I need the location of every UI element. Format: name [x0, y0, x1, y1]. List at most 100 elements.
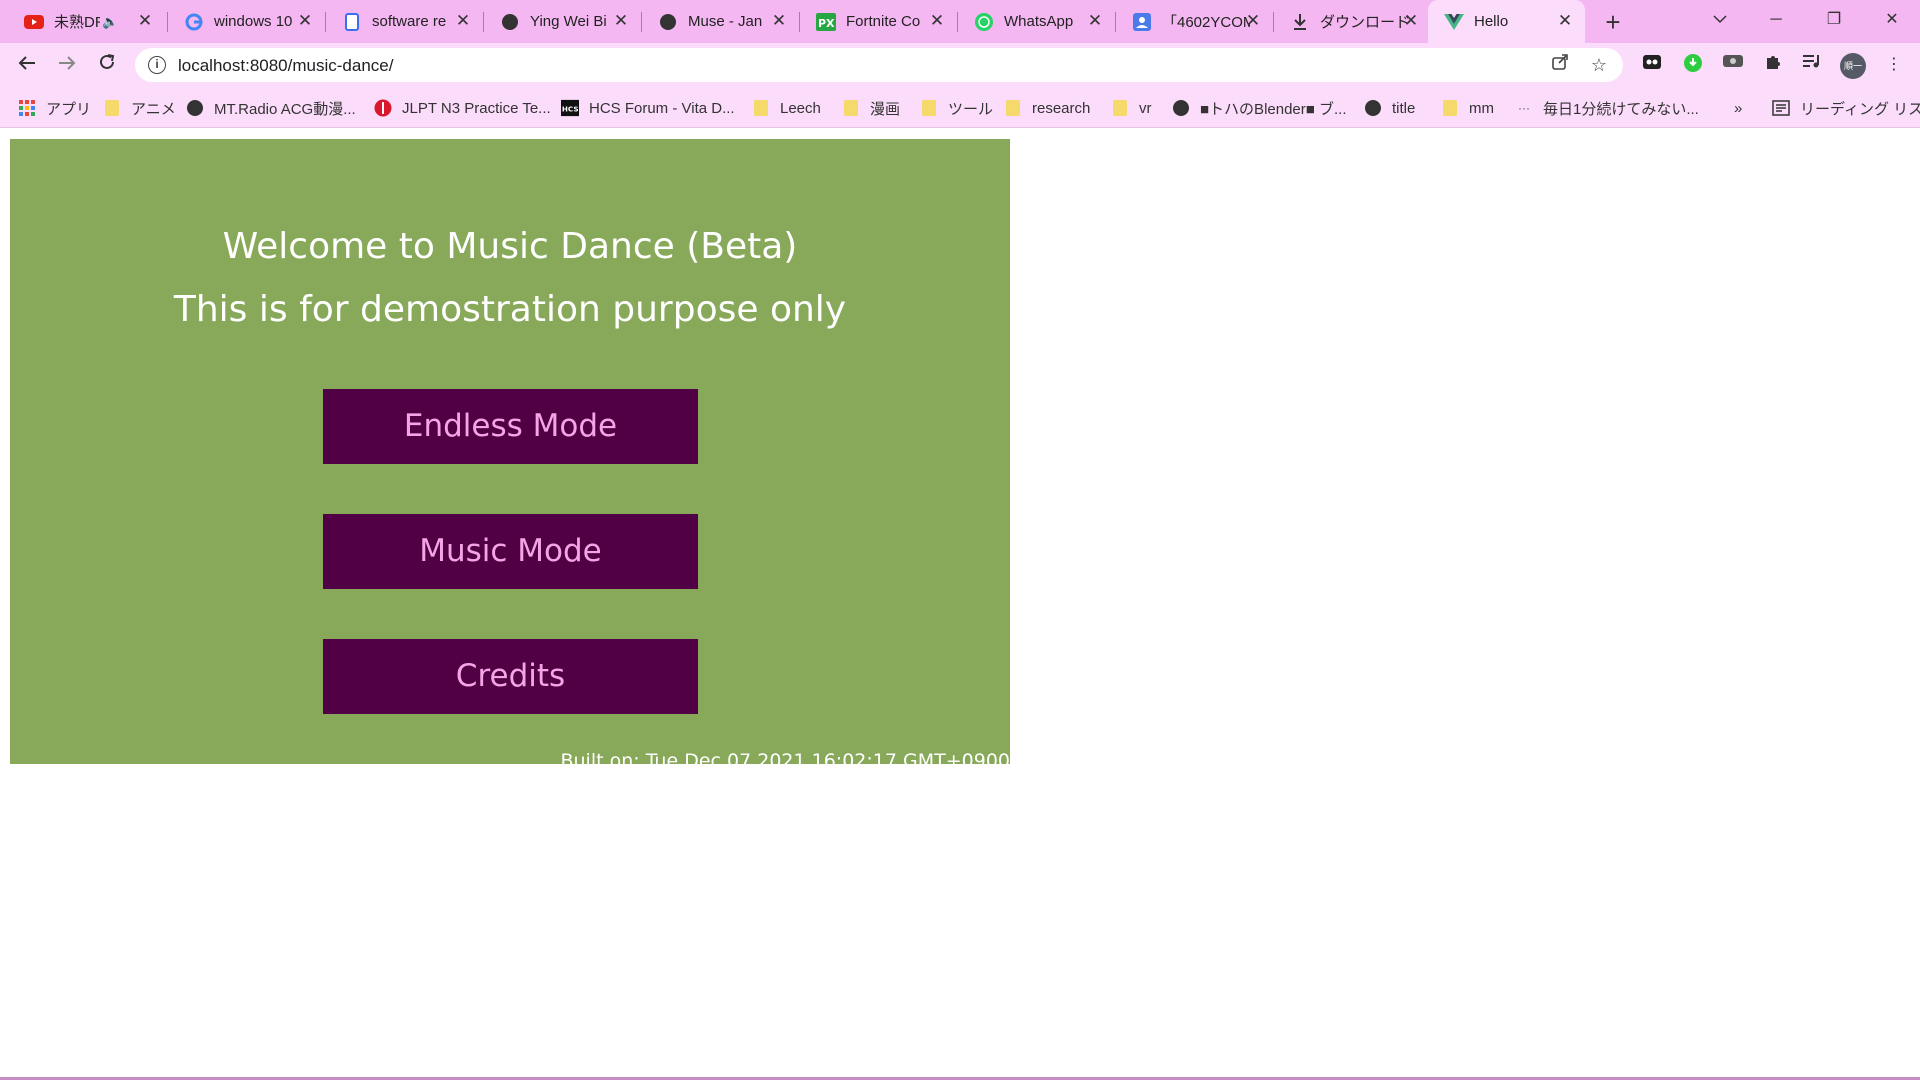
bookmark-mm[interactable]: mm [1441, 97, 1494, 119]
new-tab-button[interactable]: + [1597, 6, 1629, 38]
folder-icon [842, 99, 860, 117]
bookmark-research[interactable]: research [1004, 97, 1090, 119]
menu-kebab-icon[interactable]: ⋮ [1882, 53, 1906, 77]
bookmark-mtradio[interactable]: MT.Radio ACG動漫... [186, 97, 356, 119]
close-icon[interactable]: ✕ [611, 11, 631, 31]
tab-search-button[interactable] [1692, 0, 1748, 40]
welcome-title: Welcome to Music Dance (Beta) [222, 226, 798, 267]
tab-fortnite[interactable]: PX Fortnite Co ✕ [800, 0, 957, 43]
close-icon[interactable]: ✕ [1085, 11, 1105, 31]
tab-strip: 未熟DR 🔈 ✕ windows 10 ✕ software re ✕ Ying… [0, 0, 1920, 43]
bookmark-label: アプリ [46, 100, 92, 118]
page-viewport: Welcome to Music Dance (Beta) This is fo… [0, 129, 1920, 1080]
whatsapp-icon [974, 12, 994, 32]
globe-icon [658, 12, 678, 32]
back-button[interactable] [12, 50, 42, 80]
hcs-icon: HCS [561, 99, 579, 117]
tab-title: 「4602YCOM [1162, 14, 1250, 31]
tab-hello[interactable]: Hello ✕ [1428, 0, 1585, 43]
tab-title: software re [372, 13, 447, 30]
credits-button[interactable]: Credits [323, 639, 698, 714]
endless-mode-button[interactable]: Endless Mode [323, 389, 698, 464]
tab-youtube[interactable]: 未熟DR 🔈 ✕ [8, 0, 165, 43]
folder-icon [1004, 99, 1022, 117]
folder-icon [920, 99, 938, 117]
tab-contacts[interactable]: 「4602YCOM ✕ [1116, 0, 1273, 43]
close-icon[interactable]: ✕ [1555, 11, 1575, 31]
star-icon[interactable]: ☆ [1587, 53, 1611, 77]
tab-google[interactable]: windows 10 ✕ [168, 0, 325, 43]
chevron-double-right-icon: » [1734, 99, 1743, 117]
bookmark-label: vr [1139, 99, 1152, 117]
bookmark-apps[interactable]: アプリ [18, 97, 91, 119]
bookmark-jlpt[interactable]: JLPT N3 Practice Te... [374, 97, 551, 119]
tab-title: Fortnite Co [846, 13, 921, 30]
reading-list-label: リーディング リスト [1800, 100, 1920, 118]
music-mode-button[interactable]: Music Mode [323, 514, 698, 589]
close-icon[interactable]: ✕ [927, 11, 947, 31]
forward-button[interactable] [52, 50, 82, 80]
close-icon[interactable]: ✕ [453, 11, 473, 31]
svg-text:PX: PX [818, 17, 835, 30]
folder-icon [103, 99, 121, 117]
bookmark-label: ■トハのBlender■ ブ... [1200, 100, 1347, 118]
media-queue-icon[interactable] [1800, 53, 1824, 77]
tab-software[interactable]: software re ✕ [326, 0, 483, 43]
dots-icon: ··· [1518, 101, 1530, 115]
tab-downloads[interactable]: ダウンロード ✕ [1274, 0, 1431, 43]
mute-icon[interactable]: 🔈 [102, 14, 120, 30]
close-icon[interactable]: ✕ [295, 11, 315, 31]
avatar[interactable]: 順一 [1840, 53, 1866, 79]
address-bar[interactable]: i localhost:8080/music-dance/ ☆ [135, 48, 1623, 82]
bookmark-tools[interactable]: ツール [920, 97, 993, 119]
info-icon[interactable]: i [148, 56, 166, 74]
bookmark-label: Leech [780, 99, 821, 117]
close-icon[interactable]: ✕ [135, 11, 155, 31]
close-icon[interactable]: ✕ [1401, 11, 1421, 31]
extension-green-icon[interactable] [1681, 53, 1705, 77]
reading-list-button[interactable]: リーディング リスト [1772, 97, 1920, 119]
bookmark-label: title [1392, 99, 1416, 117]
reload-button[interactable] [92, 50, 122, 80]
download-icon [1290, 12, 1310, 32]
close-icon[interactable]: ✕ [769, 11, 789, 31]
bookmark-label: アニメ [131, 100, 176, 118]
globe-icon [500, 12, 520, 32]
bookmark-title[interactable]: title [1364, 97, 1415, 119]
share-icon[interactable] [1548, 53, 1572, 77]
more-bookmarks-button[interactable]: » [1734, 97, 1742, 119]
tab-yingwei[interactable]: Ying Wei Bi ✕ [484, 0, 641, 43]
bookmark-label: mm [1469, 99, 1494, 117]
extension-media-icon[interactable] [1721, 53, 1745, 77]
bookmark-daily[interactable]: ··· 毎日1分続けてみない... [1515, 97, 1699, 119]
globe-icon [1172, 99, 1190, 117]
bookmark-vr[interactable]: vr [1111, 97, 1152, 119]
bookmark-hcs[interactable]: HCS HCS Forum - Vita D... [561, 97, 735, 119]
arrow-right-icon [59, 56, 76, 70]
folder-icon [1441, 99, 1459, 117]
bookmark-blender[interactable]: ■トハのBlender■ ブ... [1172, 97, 1347, 119]
bookmark-label: 漫画 [870, 100, 901, 118]
tab-muse[interactable]: Muse - Jan ✕ [642, 0, 799, 43]
doc-icon [342, 12, 362, 32]
minimize-button[interactable]: ─ [1748, 0, 1804, 40]
reload-icon [100, 54, 115, 69]
demo-notice: This is for demostration purpose only [173, 289, 847, 330]
bookmark-leech[interactable]: Leech [752, 97, 821, 119]
bookmark-manga[interactable]: 漫画 [842, 97, 900, 119]
google-icon [184, 12, 204, 32]
tab-whatsapp[interactable]: WhatsApp ✕ [958, 0, 1115, 43]
svg-text:HCS: HCS [562, 105, 579, 114]
window-close-button[interactable]: ✕ [1864, 0, 1920, 40]
vue-icon [1444, 12, 1464, 32]
px-icon: PX [816, 12, 836, 32]
tab-title: ダウンロード [1320, 14, 1408, 31]
close-icon[interactable]: ✕ [1243, 11, 1263, 31]
extension-icon[interactable] [1640, 53, 1664, 77]
puzzle-icon[interactable] [1761, 53, 1785, 77]
tab-title: WhatsApp [1004, 13, 1074, 30]
bookmark-anime[interactable]: アニメ [103, 97, 176, 119]
tab-title: windows 10 [214, 13, 293, 30]
restore-button[interactable]: ❐ [1806, 0, 1862, 40]
folder-icon [752, 99, 770, 117]
